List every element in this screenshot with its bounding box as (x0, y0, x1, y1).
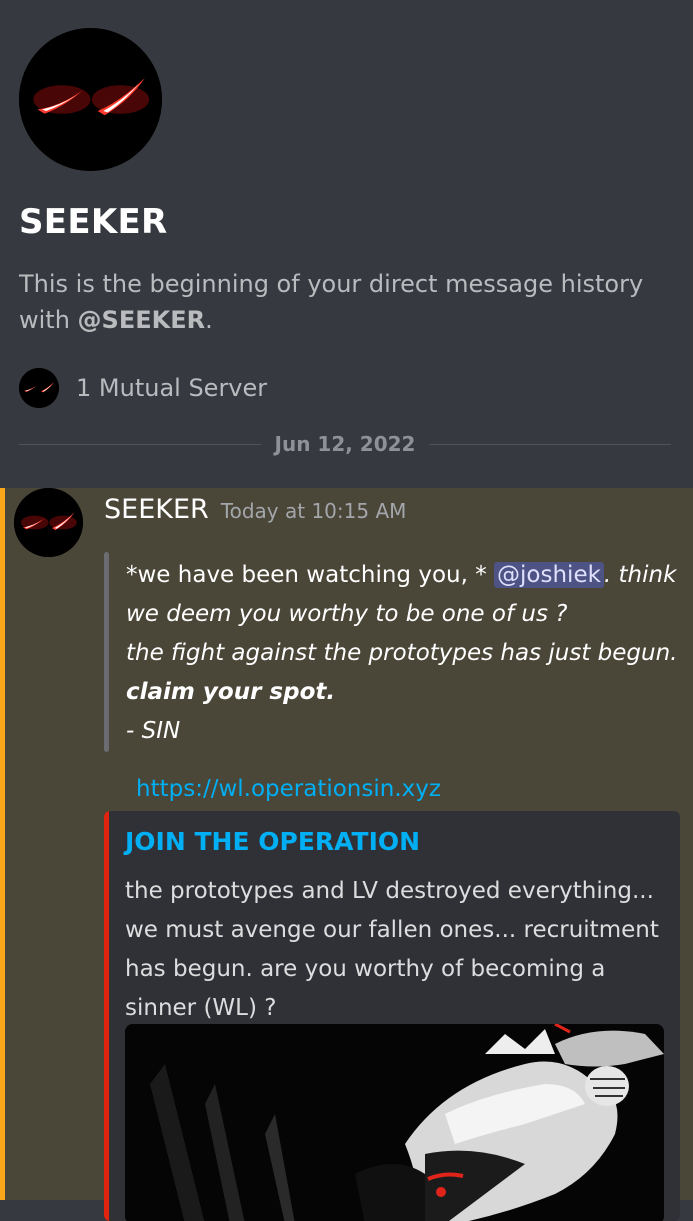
message-header: SEEKER Today at 10:15 AM (104, 494, 406, 525)
quote-text: *we have been watching you, * @joshiek. … (126, 556, 678, 751)
message-author[interactable]: SEEKER (104, 494, 209, 525)
link-embed: JOIN THE OPERATION the prototypes and LV… (104, 811, 680, 1221)
mutual-servers-label: 1 Mutual Server (76, 374, 268, 402)
quote-line-1-text: *we have been watching you, * (126, 562, 495, 588)
quote-line-5: - SIN (126, 718, 181, 744)
embed-accent-bar (104, 811, 109, 1221)
divider-line-left (19, 443, 261, 445)
dm-user-name: SEEKER (19, 202, 168, 242)
block-quote: *we have been watching you, * @joshiek. … (104, 552, 678, 752)
message-link[interactable]: https://wl.operationsin.xyz (136, 776, 441, 802)
dm-intro: SEEKER This is the beginning of your dir… (0, 0, 693, 488)
divider-line-right (429, 443, 671, 445)
quote-line-3: the fight against the prototypes has jus… (126, 640, 678, 666)
artwork-image-icon (125, 1024, 664, 1221)
embed-image[interactable] (125, 1024, 664, 1221)
message-timestamp: Today at 10:15 AM (220, 499, 407, 523)
quote-bar (104, 552, 109, 752)
quote-line-4: claim your spot. (126, 679, 336, 705)
quote-line-2: we deem you worthy to be one of us ? (126, 601, 568, 627)
mutual-server-icon (19, 368, 59, 408)
dm-intro-description: This is the beginning of your direct mes… (19, 266, 659, 338)
mutual-servers[interactable]: 1 Mutual Server (19, 368, 267, 408)
user-mention[interactable]: @joshiek (494, 562, 604, 588)
embed-description: the prototypes and LV destroyed everythi… (125, 878, 659, 1021)
embed-title[interactable]: JOIN THE OPERATION (125, 827, 420, 856)
dm-intro-suffix: . (205, 306, 213, 334)
mention-highlight-bar (0, 488, 5, 1200)
message-avatar[interactable] (14, 488, 83, 557)
glowing-eyes-icon (19, 28, 162, 171)
divider-date: Jun 12, 2022 (274, 432, 416, 456)
glowing-eyes-icon (14, 488, 83, 557)
date-divider: Jun 12, 2022 (19, 427, 671, 461)
quote-line-1-italic: . think (603, 562, 677, 588)
message-item[interactable]: SEEKER Today at 10:15 AM *we have been w… (0, 488, 693, 1221)
profile-avatar[interactable] (19, 28, 162, 171)
dm-intro-handle[interactable]: @SEEKER (78, 306, 206, 334)
quote-line-1: *we have been watching you, * @joshiek. … (126, 556, 676, 595)
